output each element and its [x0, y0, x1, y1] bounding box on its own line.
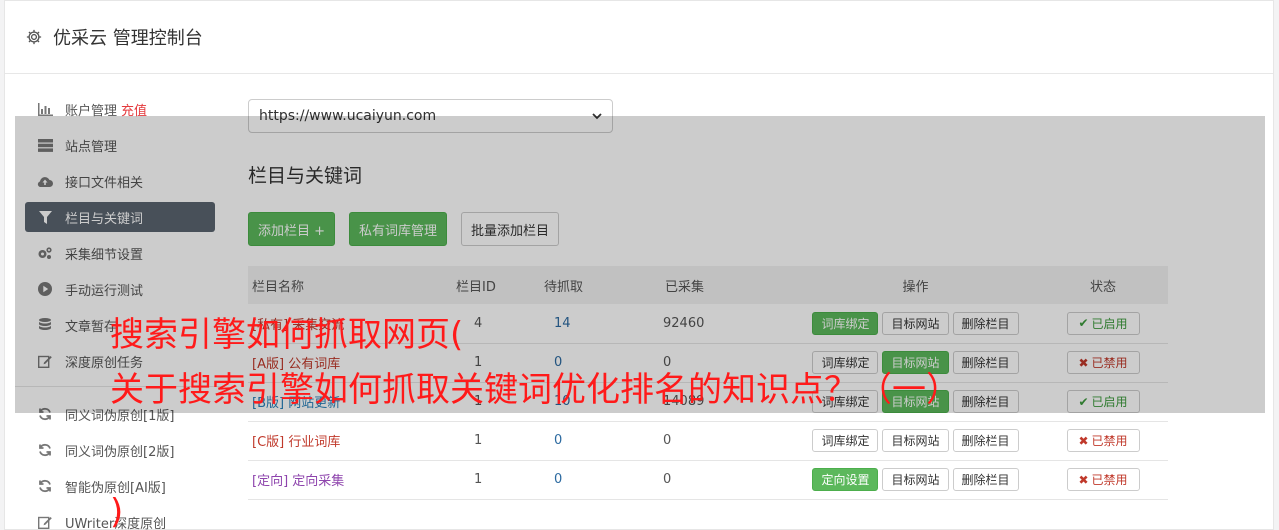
column-name-cell: [C版] 行业词库: [248, 421, 448, 460]
edit-icon: [37, 514, 53, 530]
column-name-link[interactable]: 行业词库: [288, 435, 340, 450]
refresh-icon: [37, 478, 53, 494]
bind-lexicon-button[interactable]: 词库绑定: [812, 429, 879, 452]
column-name-cell: [定向] 定向采集: [248, 460, 448, 499]
table-row: [C版] 行业词库 1 0 0 词库绑定 目标网站 删除栏目 ✖ 已禁用: [248, 421, 1168, 460]
status-label: 已禁用: [1091, 434, 1128, 448]
status-cell: ✖ 已禁用: [1038, 421, 1168, 460]
dim-overlay: [15, 116, 1265, 413]
column-tag[interactable]: [C版]: [252, 435, 284, 450]
ops-cell: 定向设置 目标网站 删除栏目: [793, 460, 1038, 499]
status-toggle-button[interactable]: ✖ 已禁用: [1066, 468, 1140, 491]
pending-count-cell[interactable]: 0: [538, 421, 643, 460]
refresh-icon: [37, 442, 53, 458]
collected-count-cell: 0: [663, 433, 672, 448]
status-label: 已禁用: [1091, 473, 1128, 487]
table-row: [定向] 定向采集 1 0 0 定向设置 目标网站 删除栏目 ✖ 已禁用: [248, 460, 1168, 499]
page-header: 优采云 管理控制台: [5, 1, 1273, 74]
delete-column-button[interactable]: 删除栏目: [952, 468, 1019, 491]
column-name-link[interactable]: 定向采集: [292, 474, 344, 489]
column-tag[interactable]: [定向]: [252, 474, 288, 489]
status-cell: ✖ 已禁用: [1038, 460, 1168, 499]
close-icon: ✖: [1078, 433, 1089, 448]
watermark-line-3: ): [110, 492, 124, 530]
column-id-cell: 1: [474, 433, 483, 448]
gear-icon: [26, 29, 42, 45]
close-icon: ✖: [1078, 472, 1089, 487]
collected-count-cell: 0: [663, 472, 672, 487]
bar-chart-icon: [37, 101, 53, 117]
status-toggle-button[interactable]: ✖ 已禁用: [1066, 429, 1140, 452]
watermark-line-2: 关于搜索引擎如何抓取关键词优化排名的知识点？（一）: [110, 370, 960, 410]
delete-column-button[interactable]: 删除栏目: [952, 429, 1019, 452]
watermark-line-1: 搜索引擎如何抓取网页(: [110, 315, 464, 355]
target-site-button[interactable]: 目标网站: [882, 468, 949, 491]
column-id-cell: 1: [474, 472, 483, 487]
ops-cell: 词库绑定 目标网站 删除栏目: [793, 421, 1038, 460]
page-title: 优采云 管理控制台: [53, 28, 203, 49]
bind-lexicon-button[interactable]: 定向设置: [812, 468, 879, 491]
target-site-button[interactable]: 目标网站: [882, 429, 949, 452]
pending-count-cell[interactable]: 0: [538, 460, 643, 499]
sidebar-item-label: 同义词伪原创[2版]: [65, 444, 175, 460]
sidebar-item-synonym-v2[interactable]: 同义词伪原创[2版]: [25, 435, 215, 465]
